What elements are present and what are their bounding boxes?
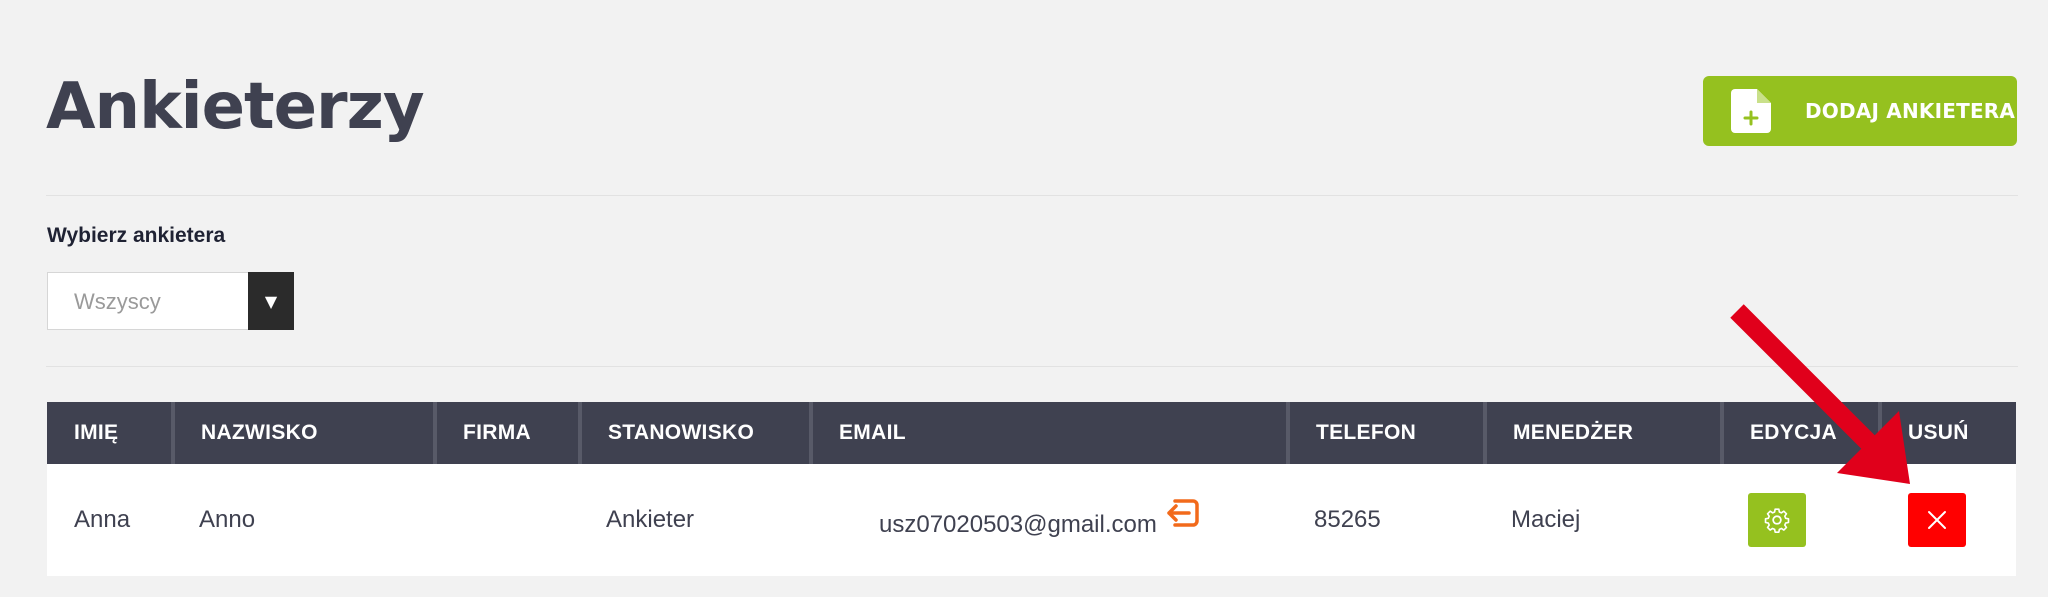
cell-telefon: 85265 [1288,464,1485,576]
column-header-stanowisko[interactable]: STANOWISKO [578,402,811,464]
add-surveyor-label: DODAJ ANKIETERA [1805,99,2016,123]
page-title: Ankieterzy [46,70,425,144]
delete-button[interactable] [1908,493,1966,547]
column-header-firma[interactable]: FIRMA [433,402,580,464]
filter-label: Wybierz ankietera [47,224,226,247]
cell-firma [435,464,580,576]
edit-button[interactable] [1748,493,1806,547]
surveyors-table: IMIĘ NAZWISKO FIRMA STANOWISKO EMAIL TEL… [47,402,2016,576]
column-header-edycja: EDYCJA [1720,402,1880,464]
cell-stanowisko: Ankieter [580,464,811,576]
email-text: usz07020503@gmail.com [879,511,1157,538]
surveyor-select[interactable]: Wszyscy ▼ [47,272,294,330]
cell-imie: Anna [47,464,173,576]
table-header-row: IMIĘ NAZWISKO FIRMA STANOWISKO EMAIL TEL… [47,402,2016,464]
caret-down-icon[interactable]: ▼ [248,272,294,330]
divider [46,195,2018,196]
column-header-nazwisko[interactable]: NAZWISKO [171,402,435,464]
login-as-icon[interactable] [1165,495,1201,531]
cell-usun [1880,464,2016,576]
add-surveyor-button[interactable]: DODAJ ANKIETERA [1703,76,2017,146]
table-row: Anna Anno Ankieter usz07020503@gmail.com… [47,464,2016,576]
column-header-menedzer[interactable]: MENEDŻER [1483,402,1722,464]
close-icon [1928,511,1946,529]
cell-email: usz07020503@gmail.com [811,464,1288,576]
column-header-telefon[interactable]: TELEFON [1286,402,1485,464]
cell-nazwisko: Anno [173,464,435,576]
column-header-imie[interactable]: IMIĘ [47,402,173,464]
surveyor-select-value: Wszyscy [74,289,161,314]
cell-menedzer: Maciej [1485,464,1722,576]
column-header-usun: USUŃ [1878,402,2016,464]
column-header-email[interactable]: EMAIL [809,402,1288,464]
gear-icon [1764,508,1790,533]
cell-edycja [1722,464,1880,576]
divider [46,366,2018,367]
file-plus-icon [1731,89,1771,133]
